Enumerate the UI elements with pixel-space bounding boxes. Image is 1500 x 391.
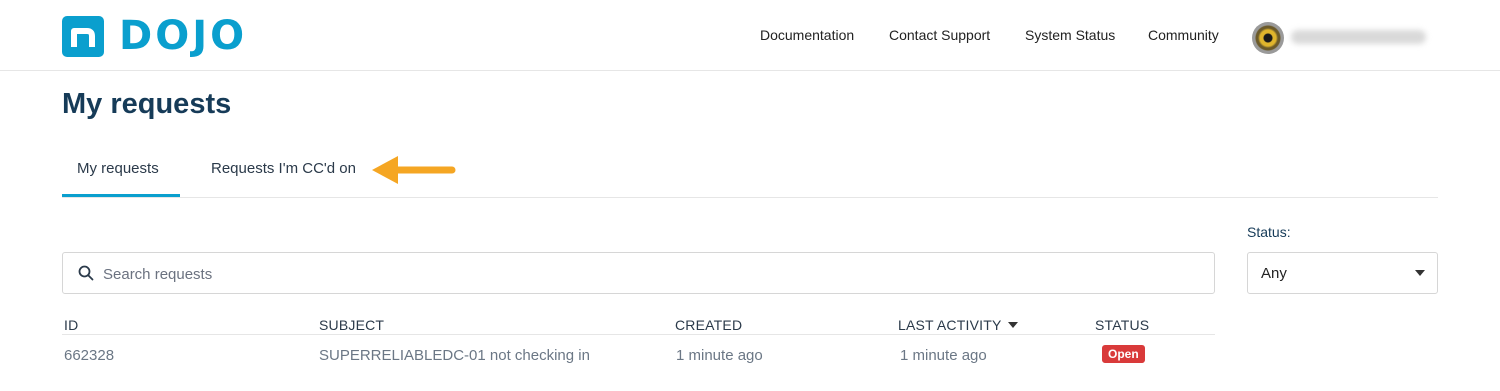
request-id[interactable]: 662328 bbox=[64, 347, 114, 364]
dojo-logo[interactable]: DOJO bbox=[62, 16, 247, 57]
active-tab-indicator bbox=[62, 194, 180, 197]
status-filter-value: Any bbox=[1261, 265, 1287, 282]
tab-my-requests[interactable]: My requests bbox=[77, 160, 159, 177]
column-header-status[interactable]: STATUS bbox=[1095, 317, 1149, 333]
request-tabs: My requests Requests I'm CC'd on bbox=[62, 150, 1438, 198]
sort-desc-icon bbox=[1007, 322, 1018, 329]
status-filter-select[interactable]: Any bbox=[1247, 252, 1438, 294]
column-header-last-activity[interactable]: LAST ACTIVITY bbox=[898, 317, 1018, 333]
page-title: My requests bbox=[62, 88, 232, 120]
logo-mark-icon bbox=[62, 16, 104, 57]
request-subject-link[interactable]: SUPERRELIABLEDC-01 not checking in bbox=[319, 347, 590, 364]
nav-community[interactable]: Community bbox=[1148, 27, 1219, 43]
tab-requests-cc[interactable]: Requests I'm CC'd on bbox=[211, 160, 356, 177]
search-box[interactable] bbox=[62, 252, 1215, 294]
nav-system-status[interactable]: System Status bbox=[1025, 27, 1115, 43]
chevron-down-icon bbox=[1415, 270, 1425, 276]
search-icon bbox=[78, 265, 94, 281]
search-input[interactable] bbox=[103, 263, 1193, 285]
column-header-created[interactable]: CREATED bbox=[675, 317, 742, 333]
request-created: 1 minute ago bbox=[676, 347, 763, 364]
user-name-blurred[interactable] bbox=[1291, 30, 1426, 44]
column-header-last-activity-label: LAST ACTIVITY bbox=[898, 317, 1002, 333]
top-header: DOJO Documentation Contact Support Syste… bbox=[0, 0, 1500, 71]
request-last-activity: 1 minute ago bbox=[900, 347, 987, 364]
annotation-arrow-icon bbox=[372, 156, 456, 184]
status-badge: Open bbox=[1102, 345, 1145, 363]
logo-text: DOJO bbox=[119, 13, 248, 59]
column-header-id[interactable]: ID bbox=[64, 317, 78, 333]
column-header-subject[interactable]: SUBJECT bbox=[319, 317, 384, 333]
status-filter-label: Status: bbox=[1247, 224, 1291, 240]
nav-contact-support[interactable]: Contact Support bbox=[889, 27, 990, 43]
nav-documentation[interactable]: Documentation bbox=[760, 27, 854, 43]
table-header-divider bbox=[62, 334, 1215, 335]
user-avatar[interactable] bbox=[1252, 22, 1284, 54]
